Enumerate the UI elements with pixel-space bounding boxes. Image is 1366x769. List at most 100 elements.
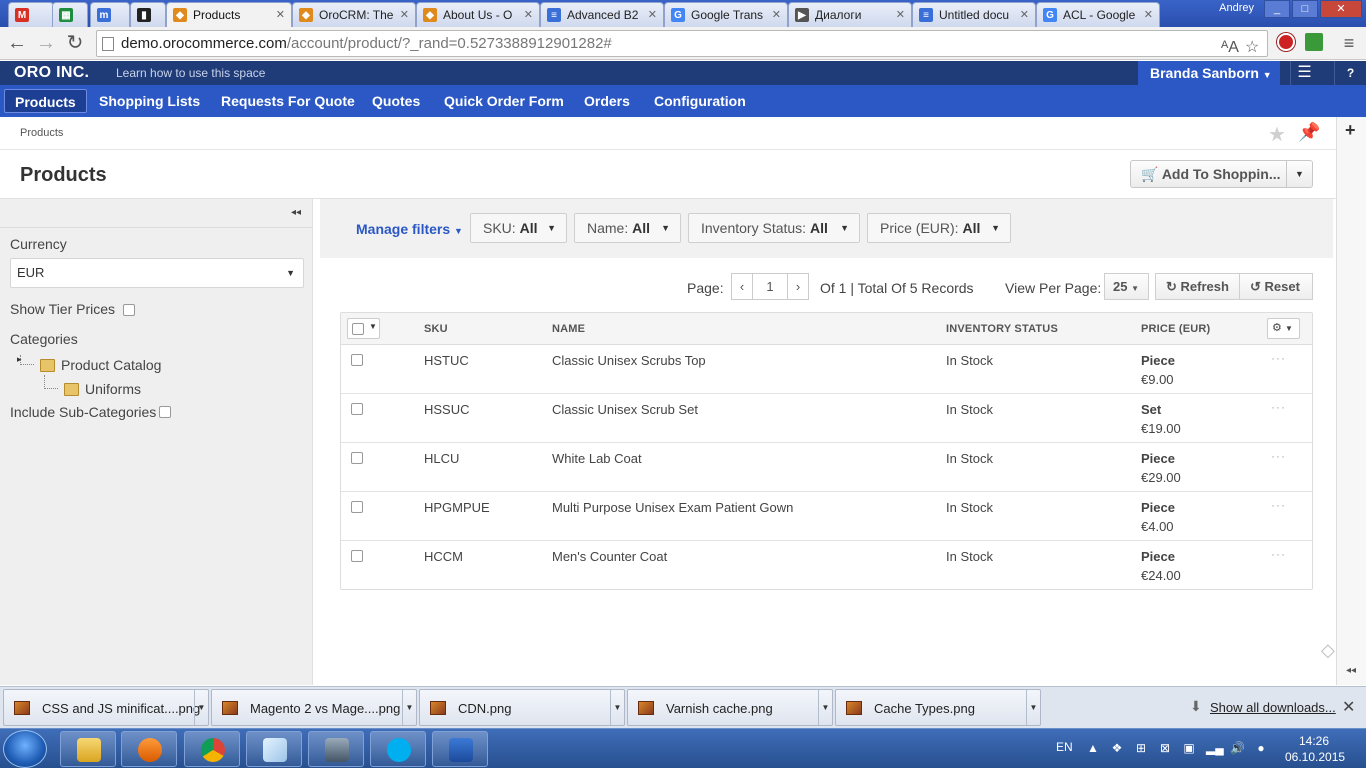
table-row[interactable]: HSSUC Classic Unisex Scrub Set In Stock …: [341, 394, 1312, 443]
cell-name[interactable]: Men's Counter Coat: [552, 549, 667, 564]
adblock-icon[interactable]: [1277, 33, 1295, 51]
chrome-menu-icon[interactable]: ≡: [1338, 32, 1360, 54]
tab-dialogs[interactable]: ▶ Диалоги ✕: [788, 2, 912, 27]
download-item[interactable]: Magento 2 vs Mage....png ▼: [211, 689, 417, 726]
signal-icon[interactable]: ▂▄: [1206, 741, 1224, 755]
row-actions-icon[interactable]: ···: [1271, 449, 1286, 463]
tab-orocrm[interactable]: ◆ OroCRM: The ✕: [292, 2, 416, 27]
grid-settings-button[interactable]: ⚙ ▼: [1267, 318, 1300, 339]
power-icon[interactable]: ●: [1254, 741, 1268, 755]
extension-icon[interactable]: [1305, 33, 1323, 51]
close-window-icon[interactable]: ✕: [1320, 0, 1362, 18]
chevron-down-icon[interactable]: ▼: [818, 690, 832, 725]
address-bar[interactable]: demo.orocommerce.com/account/product/?_r…: [96, 30, 1268, 57]
tab-m[interactable]: m: [90, 2, 130, 27]
reload-icon[interactable]: ↻: [64, 32, 86, 54]
prev-page-icon[interactable]: ‹: [731, 273, 753, 300]
per-page-select[interactable]: 25 ▼: [1104, 273, 1149, 300]
row-checkbox[interactable]: [351, 354, 363, 366]
include-sub-categories-checkbox[interactable]: [159, 406, 171, 418]
column-sku[interactable]: SKU: [424, 323, 448, 335]
manage-filters-button[interactable]: Manage filters ▼: [356, 221, 463, 237]
select-all-checkbox[interactable]: [352, 323, 364, 335]
row-checkbox[interactable]: [351, 550, 363, 562]
brand-logo[interactable]: ORO INC.: [14, 64, 89, 82]
tab-trello[interactable]: ▮: [130, 2, 166, 27]
taskbar-media-player[interactable]: [121, 731, 177, 767]
tab-sheets[interactable]: ▦: [52, 2, 88, 27]
taskbar-notes[interactable]: [246, 731, 302, 767]
cell-name[interactable]: Classic Unisex Scrubs Top: [552, 353, 706, 368]
nav-quick-order-form[interactable]: Quick Order Form: [434, 89, 574, 113]
table-row[interactable]: HLCU White Lab Coat In Stock Piece €29.0…: [341, 443, 1312, 492]
close-icon[interactable]: ✕: [1342, 697, 1355, 717]
volume-icon[interactable]: 🔊: [1230, 741, 1245, 755]
clock-time[interactable]: 14:26: [1299, 734, 1329, 748]
tree-item-product-catalog[interactable]: Product Catalog: [61, 357, 161, 373]
chevron-down-icon[interactable]: ▼: [1286, 161, 1312, 187]
network-error-icon[interactable]: ⊠: [1158, 741, 1172, 755]
chevron-down-icon[interactable]: ▼: [194, 690, 208, 725]
close-icon[interactable]: ✕: [524, 8, 533, 21]
learn-link[interactable]: Learn how to use this space: [116, 66, 265, 80]
forward-icon[interactable]: →: [35, 32, 57, 54]
tab-advanced[interactable]: ≡ Advanced B2 ✕: [540, 2, 664, 27]
nav-quotes[interactable]: Quotes: [362, 89, 430, 113]
windows-icon[interactable]: ⊞: [1134, 741, 1148, 755]
download-item[interactable]: Cache Types.png ▼: [835, 689, 1041, 726]
close-icon[interactable]: ✕: [400, 8, 409, 21]
close-icon[interactable]: ✕: [772, 8, 781, 21]
download-item[interactable]: CDN.png ▼: [419, 689, 625, 726]
table-row[interactable]: HCCM Men's Counter Coat In Stock Piece €…: [341, 541, 1312, 590]
user-menu[interactable]: Branda Sanborn ▼: [1138, 61, 1280, 85]
tab-translate[interactable]: G Google Trans ✕: [664, 2, 788, 27]
chevron-down-icon[interactable]: ▼: [402, 690, 416, 725]
language-indicator[interactable]: EN: [1056, 740, 1073, 754]
close-icon[interactable]: ✕: [1144, 8, 1153, 21]
page-input[interactable]: 1: [752, 273, 788, 300]
row-actions-icon[interactable]: ···: [1271, 351, 1286, 365]
maximize-icon[interactable]: □: [1292, 0, 1318, 18]
close-icon[interactable]: ✕: [1020, 8, 1029, 21]
taskbar-skype[interactable]: [370, 731, 426, 767]
bookmark-star-icon[interactable]: ☆: [1245, 35, 1259, 60]
favorite-star-icon[interactable]: ★: [1268, 122, 1286, 147]
hamburger-icon[interactable]: ☰: [1290, 61, 1318, 85]
filter-name[interactable]: Name: All ▼: [574, 213, 681, 243]
close-icon[interactable]: ✕: [648, 8, 657, 21]
taskbar-word[interactable]: [432, 731, 488, 767]
clock-date[interactable]: 06.10.2015: [1285, 750, 1345, 764]
tab-about[interactable]: ◆ About Us - O ✕: [416, 2, 540, 27]
mass-select-dropdown[interactable]: ▼: [347, 318, 380, 339]
breadcrumb[interactable]: Products: [20, 127, 63, 139]
cell-name[interactable]: White Lab Coat: [552, 451, 642, 466]
tree-toggle-icon[interactable]: ▸: [17, 354, 22, 365]
taskbar-chrome[interactable]: [184, 731, 240, 767]
close-icon[interactable]: ✕: [276, 8, 285, 21]
show-all-downloads-link[interactable]: Show all downloads...: [1210, 700, 1336, 715]
download-item[interactable]: Varnish cache.png ▼: [627, 689, 833, 726]
column-price[interactable]: PRICE (EUR): [1141, 323, 1210, 335]
row-checkbox[interactable]: [351, 403, 363, 415]
taskbar-explorer[interactable]: [60, 731, 116, 767]
tray-expand-icon[interactable]: ▲: [1086, 741, 1100, 755]
column-inventory-status[interactable]: INVENTORY STATUS: [946, 323, 1058, 335]
tab-acl[interactable]: G ACL - Google ✕: [1036, 2, 1160, 27]
close-icon[interactable]: ✕: [896, 8, 905, 21]
cell-name[interactable]: Multi Purpose Unisex Exam Patient Gown: [552, 500, 793, 515]
start-button[interactable]: [3, 730, 47, 768]
taskbar-remote-desktop[interactable]: [308, 731, 364, 767]
nav-orders[interactable]: Orders: [574, 89, 640, 113]
table-row[interactable]: HPGMPUE Multi Purpose Unisex Exam Patien…: [341, 492, 1312, 541]
translate-icon[interactable]: ᴬA: [1221, 35, 1239, 60]
row-checkbox[interactable]: [351, 452, 363, 464]
chevron-down-icon[interactable]: ▼: [1026, 690, 1040, 725]
filter-price[interactable]: Price (EUR): All ▼: [867, 213, 1011, 243]
show-tier-prices-checkbox[interactable]: [123, 304, 135, 316]
reset-button[interactable]: ↺ Reset: [1239, 273, 1313, 300]
chevron-down-icon[interactable]: ▼: [610, 690, 624, 725]
usb-icon[interactable]: ▣: [1182, 741, 1196, 755]
row-actions-icon[interactable]: ···: [1271, 400, 1286, 414]
tab-untitled[interactable]: ≡ Untitled docu ✕: [912, 2, 1036, 27]
minimize-icon[interactable]: _: [1264, 0, 1290, 18]
